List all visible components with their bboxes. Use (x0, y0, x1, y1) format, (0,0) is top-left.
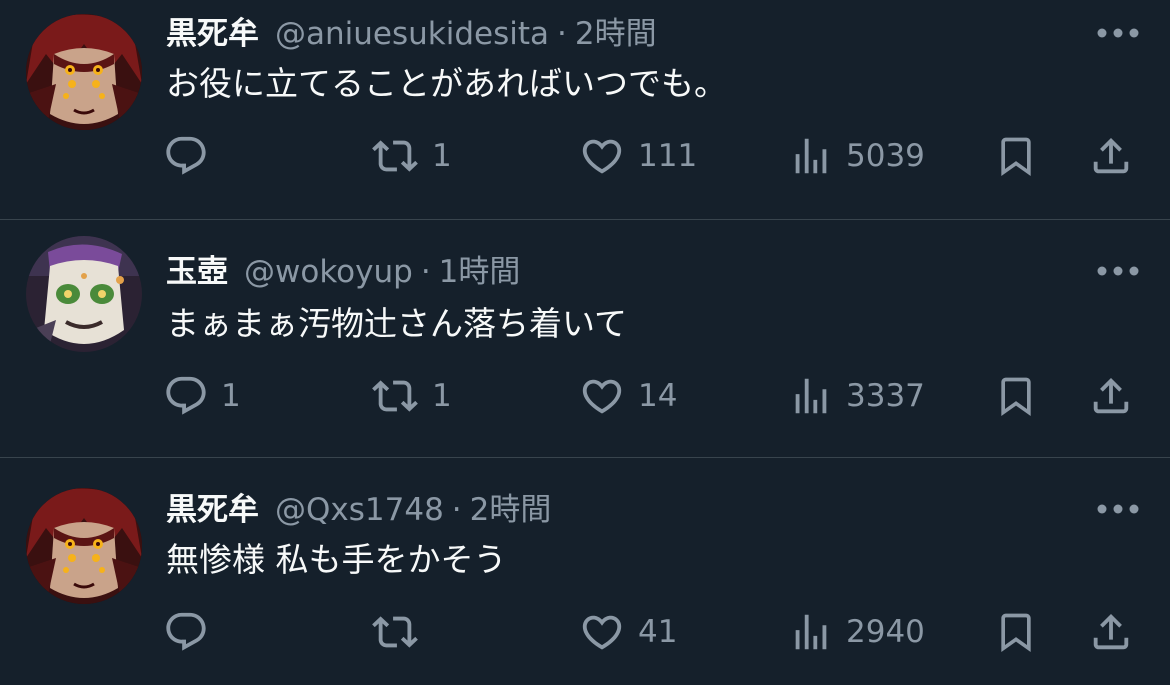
share-icon (1093, 377, 1129, 414)
avatar[interactable] (26, 14, 142, 130)
more-options-icon (1097, 28, 1139, 38)
like-count: 111 (638, 138, 698, 174)
avatar-image (26, 236, 142, 352)
reply-icon (166, 612, 206, 651)
views-button[interactable]: 3337 (788, 372, 925, 420)
retweet-icon (372, 616, 418, 648)
tweet-actions: 1 1 14 3337 (0, 372, 1170, 420)
more-options-icon (1097, 504, 1139, 514)
retweet-count: 1 (432, 138, 452, 174)
tweet[interactable]: 玉壺 @wokoyup · 1時間 まぁまぁ汚物辻さん落ち着いて 1 1 14 … (0, 220, 1170, 458)
bookmark-icon (1001, 137, 1031, 177)
display-name[interactable]: 黒死牟 (166, 490, 259, 530)
views-button[interactable]: 2940 (788, 608, 925, 656)
heart-icon (582, 379, 622, 414)
more-options-button[interactable] (1096, 494, 1140, 524)
retweet-button[interactable]: 1 (370, 372, 452, 420)
more-options-icon (1097, 266, 1139, 276)
tweet-header: 黒死牟 @Qxs1748 · 2時間 (166, 490, 551, 530)
like-button[interactable]: 41 (578, 608, 677, 656)
share-button[interactable] (1088, 372, 1134, 420)
like-count: 41 (638, 614, 678, 650)
reply-button[interactable] (163, 132, 209, 180)
avatar[interactable] (26, 236, 142, 352)
separator-dot: · (451, 492, 462, 528)
more-options-button[interactable] (1096, 18, 1140, 48)
share-icon (1093, 613, 1129, 650)
retweet-icon (372, 380, 418, 412)
display-name[interactable]: 玉壺 (166, 252, 228, 292)
bookmark-button[interactable] (994, 132, 1038, 180)
heart-icon (582, 139, 622, 174)
tweet-actions: 1 111 5039 (0, 132, 1170, 180)
reply-icon (166, 136, 206, 175)
more-options-button[interactable] (1096, 256, 1140, 286)
avatar-image (26, 14, 142, 130)
reply-count: 1 (221, 378, 241, 414)
separator-dot: · (420, 254, 431, 290)
bookmark-icon (1001, 613, 1031, 653)
views-chart-icon (795, 378, 827, 414)
user-handle[interactable]: @wokoyup (244, 252, 413, 292)
tweet-header: 玉壺 @wokoyup · 1時間 (166, 252, 520, 292)
tweet-text: まぁまぁ汚物辻さん落ち着いて (166, 304, 628, 343)
timestamp[interactable]: 1時間 (439, 252, 521, 292)
view-count: 3337 (846, 378, 925, 414)
like-button[interactable]: 14 (578, 372, 677, 420)
bookmark-icon (1001, 377, 1031, 417)
share-button[interactable] (1088, 608, 1134, 656)
view-count: 5039 (846, 138, 925, 174)
retweet-icon (372, 140, 418, 172)
heart-icon (582, 615, 622, 650)
views-chart-icon (795, 138, 827, 174)
retweet-button[interactable]: 1 (370, 132, 452, 180)
reply-icon (166, 376, 206, 415)
like-count: 14 (638, 378, 678, 414)
tweet[interactable]: 黒死牟 @Qxs1748 · 2時間 無惨様 私も手をかそう 41 2940 (0, 458, 1170, 685)
reply-button[interactable]: 1 (163, 372, 241, 420)
tweet-actions: 41 2940 (0, 608, 1170, 656)
reply-feed: 黒死牟 @aniuesukidesita · 2時間 お役に立てることがあればい… (0, 0, 1170, 685)
tweet-text: 無惨様 私も手をかそう (166, 540, 507, 579)
views-chart-icon (795, 614, 827, 650)
retweet-button[interactable] (370, 608, 420, 656)
tweet[interactable]: 黒死牟 @aniuesukidesita · 2時間 お役に立てることがあればい… (0, 0, 1170, 220)
avatar-image (26, 488, 142, 604)
tweet-text: お役に立てることがあればいつでも。 (166, 64, 727, 103)
like-button[interactable]: 111 (578, 132, 697, 180)
tweet-header: 黒死牟 @aniuesukidesita · 2時間 (166, 14, 657, 54)
timestamp[interactable]: 2時間 (470, 490, 552, 530)
avatar[interactable] (26, 488, 142, 604)
user-handle[interactable]: @aniuesukidesita (275, 14, 549, 54)
user-handle[interactable]: @Qxs1748 (275, 490, 444, 530)
separator-dot: · (557, 16, 567, 52)
timestamp[interactable]: 2時間 (575, 14, 657, 54)
display-name[interactable]: 黒死牟 (166, 14, 259, 54)
bookmark-button[interactable] (994, 608, 1038, 656)
views-button[interactable]: 5039 (788, 132, 925, 180)
bookmark-button[interactable] (994, 372, 1038, 420)
retweet-count: 1 (432, 378, 452, 414)
view-count: 2940 (846, 614, 925, 650)
share-button[interactable] (1088, 132, 1134, 180)
share-icon (1093, 137, 1129, 174)
reply-button[interactable] (163, 608, 209, 656)
